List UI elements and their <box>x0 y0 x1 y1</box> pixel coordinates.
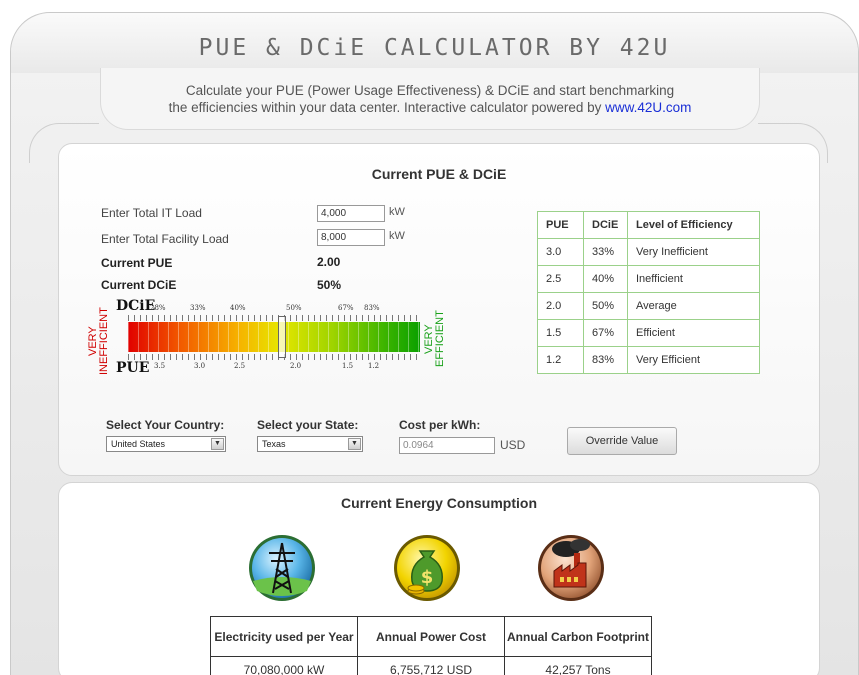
current-pue-value: 2.00 <box>317 255 341 269</box>
table-cell: 3.0 <box>537 238 584 266</box>
table-cell: Very Inefficient <box>627 238 760 266</box>
it-load-input[interactable]: 4,000 <box>317 205 385 222</box>
table-cell: Very Efficient <box>627 346 760 374</box>
col-level: Level of Efficiency <box>627 211 760 239</box>
page-title: PUE & DCiE CALCULATOR BY 42U <box>198 35 671 61</box>
efficiency-table: PUE DCiE Level of Efficiency 3.0 33% Ver… <box>537 211 760 374</box>
dcie-tick-label: 28% <box>150 304 166 312</box>
dcie-tick-label: 40% <box>230 304 246 312</box>
energy-title: Current Energy Consumption <box>340 495 537 511</box>
override-value-button[interactable]: Override Value <box>567 427 677 455</box>
table-cell: Efficient <box>627 319 760 347</box>
cost-label: Cost per kWh: <box>399 418 481 432</box>
money-bag-icon: $ <box>392 533 462 603</box>
energy-table: Electricity used per Year Annual Power C… <box>210 616 652 675</box>
country-label: Select Your Country: <box>106 418 225 432</box>
table-cell: 40% <box>583 265 628 293</box>
energy-table-header: Electricity used per Year Annual Power C… <box>210 616 652 657</box>
table-cell: Inefficient <box>627 265 760 293</box>
col-dcie: DCiE <box>583 211 628 239</box>
power-cost-value: 6,755,712 USD <box>357 656 505 675</box>
intro-line2: the efficiencies within your data center… <box>168 100 606 115</box>
current-dcie-value: 50% <box>317 278 342 292</box>
gauge-bar-ticks <box>128 322 420 352</box>
efficiency-gauge: VERY INEFFICIENT DCiE PUE 28% 33% 40% 50% 67… <box>84 294 464 384</box>
intro-text: Calculate your PUE (Power Usage Effectiv… <box>101 82 759 116</box>
table-row: 1.5 67% Efficient <box>537 319 760 347</box>
42u-link[interactable]: www.42U.com <box>605 100 691 115</box>
current-pue-label: Current PUE <box>101 256 173 270</box>
cost-unit: USD <box>500 438 526 452</box>
pue-tick-label: 1.2 <box>368 362 380 370</box>
gauge-left-label: VERY INEFFICIENT <box>87 307 110 375</box>
table-cell: 67% <box>583 319 628 347</box>
carbon-value: 42,257 Tons <box>504 656 652 675</box>
facility-load-input[interactable]: 8,000 <box>317 229 385 246</box>
table-row: 70,080,000 kW 6,755,712 USD 42,257 Tons <box>210 656 652 675</box>
state-select[interactable]: Texas ▼ <box>257 436 363 452</box>
table-row: 2.5 40% Inefficient <box>537 265 760 293</box>
pue-tick-label: 3.5 <box>154 362 166 370</box>
it-load-label: Enter Total IT Load <box>101 206 202 220</box>
table-cell: 2.5 <box>537 265 584 293</box>
pue-tick-label: 2.5 <box>234 362 246 370</box>
table-cell: 33% <box>583 238 628 266</box>
chevron-down-icon[interactable]: ▼ <box>211 438 224 450</box>
state-selected-value: Texas <box>262 439 286 449</box>
table-cell: Average <box>627 292 760 320</box>
current-pue-panel: Current PUE & DCiE Enter Total IT Load 4… <box>58 143 820 476</box>
table-cell: 2.0 <box>537 292 584 320</box>
state-label: Select your State: <box>257 418 359 432</box>
dcie-tick-label: 67% <box>338 304 354 312</box>
col-power-cost: Annual Power Cost <box>357 616 505 657</box>
dcie-tick-label: 83% <box>364 304 380 312</box>
gauge-right-label: VERY EFFICIENT <box>423 310 446 368</box>
table-cell: 1.2 <box>537 346 584 374</box>
cost-per-kwh-input[interactable]: 0.0964 <box>399 437 495 454</box>
chevron-down-icon[interactable]: ▼ <box>348 438 361 450</box>
gauge-marker[interactable] <box>278 316 286 358</box>
table-row: 3.0 33% Very Inefficient <box>537 238 760 266</box>
gauge-top-scale <box>128 315 420 321</box>
table-row: 2.0 50% Average <box>537 292 760 320</box>
table-cell: 83% <box>583 346 628 374</box>
energy-panel: Current Energy Consumption $ Electricity… <box>58 482 820 675</box>
intro-tab: Calculate your PUE (Power Usage Effectiv… <box>100 68 760 130</box>
table-cell: 1.5 <box>537 319 584 347</box>
svg-text:$: $ <box>421 567 434 588</box>
country-selected-value: United States <box>111 439 166 449</box>
current-dcie-label: Current DCiE <box>101 278 177 292</box>
facility-load-unit: kW <box>389 230 405 242</box>
it-load-unit: kW <box>389 206 405 218</box>
col-pue: PUE <box>537 211 584 239</box>
gauge-bottom-scale <box>128 354 420 360</box>
table-cell: 50% <box>583 292 628 320</box>
col-electricity: Electricity used per Year <box>210 616 358 657</box>
intro-line1: Calculate your PUE (Power Usage Effectiv… <box>185 83 675 98</box>
country-select[interactable]: United States ▼ <box>106 436 226 452</box>
pue-tick-label: 3.0 <box>194 362 206 370</box>
col-carbon: Annual Carbon Footprint <box>504 616 652 657</box>
current-pue-title: Current PUE & DCiE <box>371 166 507 182</box>
dcie-tick-label: 50% <box>286 304 302 312</box>
power-tower-icon <box>247 533 317 603</box>
facility-load-label: Enter Total Facility Load <box>101 232 229 246</box>
pue-tick-label: 2.0 <box>290 362 302 370</box>
gauge-pue-label: PUE <box>116 360 150 376</box>
pue-tick-label: 1.5 <box>342 362 354 370</box>
dcie-tick-label: 33% <box>190 304 206 312</box>
table-row: 1.2 83% Very Efficient <box>537 346 760 374</box>
efficiency-table-header: PUE DCiE Level of Efficiency <box>537 211 760 239</box>
electricity-value: 70,080,000 kW <box>210 656 358 675</box>
factory-icon <box>536 533 606 603</box>
